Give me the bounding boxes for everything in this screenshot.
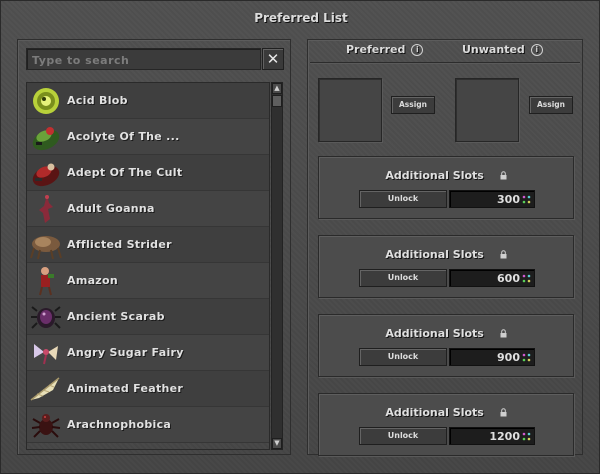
slots-title: Additional Slots — [319, 169, 573, 183]
lock-icon — [500, 170, 507, 183]
list-item[interactable]: Arachnophobica — [27, 407, 269, 443]
spider-icon — [29, 408, 63, 442]
slots-title-text: Additional Slots — [385, 248, 484, 261]
creature-name: Acolyte Of The ... — [67, 130, 180, 143]
creature-name: Afflicted Strider — [67, 238, 172, 251]
price-value: 300 — [497, 193, 520, 206]
preferred-label: Preferred — [346, 43, 406, 56]
additional-slots-pack: Additional Slots Unlock 900 — [318, 314, 574, 377]
scroll-thumb[interactable] — [272, 95, 282, 107]
price-display: 1200 — [449, 427, 535, 445]
tibia-coin-icon — [522, 195, 531, 204]
acid-blob-icon — [29, 84, 63, 118]
additional-slots-pack: Additional Slots Unlock 600 — [318, 235, 574, 298]
tibia-coin-icon — [522, 432, 531, 441]
slots-title: Additional Slots — [319, 327, 573, 341]
list-item[interactable]: Animated Feather — [27, 371, 269, 407]
list-item[interactable]: Ancient Scarab — [27, 299, 269, 335]
unlock-button[interactable]: Unlock — [359, 269, 447, 287]
tibia-coin-icon — [522, 274, 531, 283]
info-icon[interactable]: i — [530, 43, 543, 56]
list-item[interactable]: Angry Sugar Fairy — [27, 335, 269, 371]
search-input[interactable] — [27, 50, 260, 71]
price-display: 300 — [449, 190, 535, 208]
unlock-button[interactable]: Unlock — [359, 427, 447, 445]
creature-name: Angry Sugar Fairy — [67, 346, 184, 359]
scroll-down-button[interactable]: ▼ — [272, 438, 282, 449]
fairy-icon — [29, 336, 63, 370]
lock-icon — [500, 249, 507, 262]
price-value: 600 — [497, 272, 520, 285]
slots-title-text: Additional Slots — [385, 169, 484, 182]
strider-icon — [29, 228, 63, 262]
assign-preferred-button[interactable]: Assign — [391, 96, 435, 114]
creature-name: Arachnophobica — [67, 418, 172, 431]
additional-slots-pack: Additional Slots Unlock 300 — [318, 156, 574, 219]
price-display: 600 — [449, 269, 535, 287]
slots-title-text: Additional Slots — [385, 327, 484, 340]
unlock-button[interactable]: Unlock — [359, 190, 447, 208]
price-display: 900 — [449, 348, 535, 366]
preferred-slot[interactable] — [318, 78, 382, 142]
window-title: Preferred List — [254, 11, 348, 25]
feather-icon — [29, 372, 63, 406]
creature-list-panel: ✕ Acid Blob — [17, 39, 291, 455]
scarab-icon — [29, 300, 63, 334]
creature-list[interactable]: Acid Blob Acolyte Of The ... Adept Of Th… — [26, 82, 270, 450]
unwanted-label: Unwanted — [462, 43, 525, 56]
creature-name: Acid Blob — [67, 94, 128, 107]
adept-icon — [29, 156, 63, 190]
slots-title: Additional Slots — [319, 248, 573, 262]
unwanted-header: Unwanted i — [462, 43, 543, 56]
slots-title-text: Additional Slots — [385, 406, 484, 419]
goanna-icon — [29, 192, 63, 226]
price-value: 1200 — [489, 430, 520, 443]
creature-name: Ancient Scarab — [67, 310, 165, 323]
search-box[interactable] — [26, 48, 261, 71]
list-item[interactable]: Afflicted Strider — [27, 227, 269, 263]
scroll-up-button[interactable]: ▲ — [272, 83, 282, 94]
slots-title: Additional Slots — [319, 406, 573, 420]
unlock-button[interactable]: Unlock — [359, 348, 447, 366]
clear-search-button[interactable]: ✕ — [262, 48, 284, 70]
tibia-coin-icon — [522, 353, 531, 362]
price-value: 900 — [497, 351, 520, 364]
preferred-header: Preferred i — [346, 43, 424, 56]
info-icon[interactable]: i — [411, 43, 424, 56]
list-item[interactable]: Acolyte Of The ... — [27, 119, 269, 155]
preferred-list-window: Preferred List ✕ Acid Blob — [0, 0, 600, 474]
amazon-icon — [29, 264, 63, 298]
lock-icon — [500, 328, 507, 341]
creature-name: Adept Of The Cult — [67, 166, 183, 179]
list-item[interactable]: Amazon — [27, 263, 269, 299]
list-scrollbar[interactable]: ▲ ▼ — [271, 82, 283, 450]
preference-panel: Preferred i Unwanted i Assign Assign Add… — [307, 39, 583, 456]
acolyte-icon — [29, 120, 63, 154]
additional-slots-pack: Additional Slots Unlock 1200 — [318, 393, 574, 456]
unwanted-slot[interactable] — [455, 78, 519, 142]
close-icon: ✕ — [266, 50, 280, 68]
list-item[interactable]: Adept Of The Cult — [27, 155, 269, 191]
creature-name: Animated Feather — [67, 382, 184, 395]
arrow-up-icon: ▲ — [274, 84, 280, 92]
assign-unwanted-button[interactable]: Assign — [529, 96, 573, 114]
arrow-down-icon: ▼ — [274, 439, 280, 447]
header-divider — [310, 62, 580, 63]
creature-name: Amazon — [67, 274, 118, 287]
list-item[interactable]: Adult Goanna — [27, 191, 269, 227]
lock-icon — [500, 407, 507, 420]
creature-name: Adult Goanna — [67, 202, 155, 215]
list-item[interactable]: Acid Blob — [27, 83, 269, 119]
